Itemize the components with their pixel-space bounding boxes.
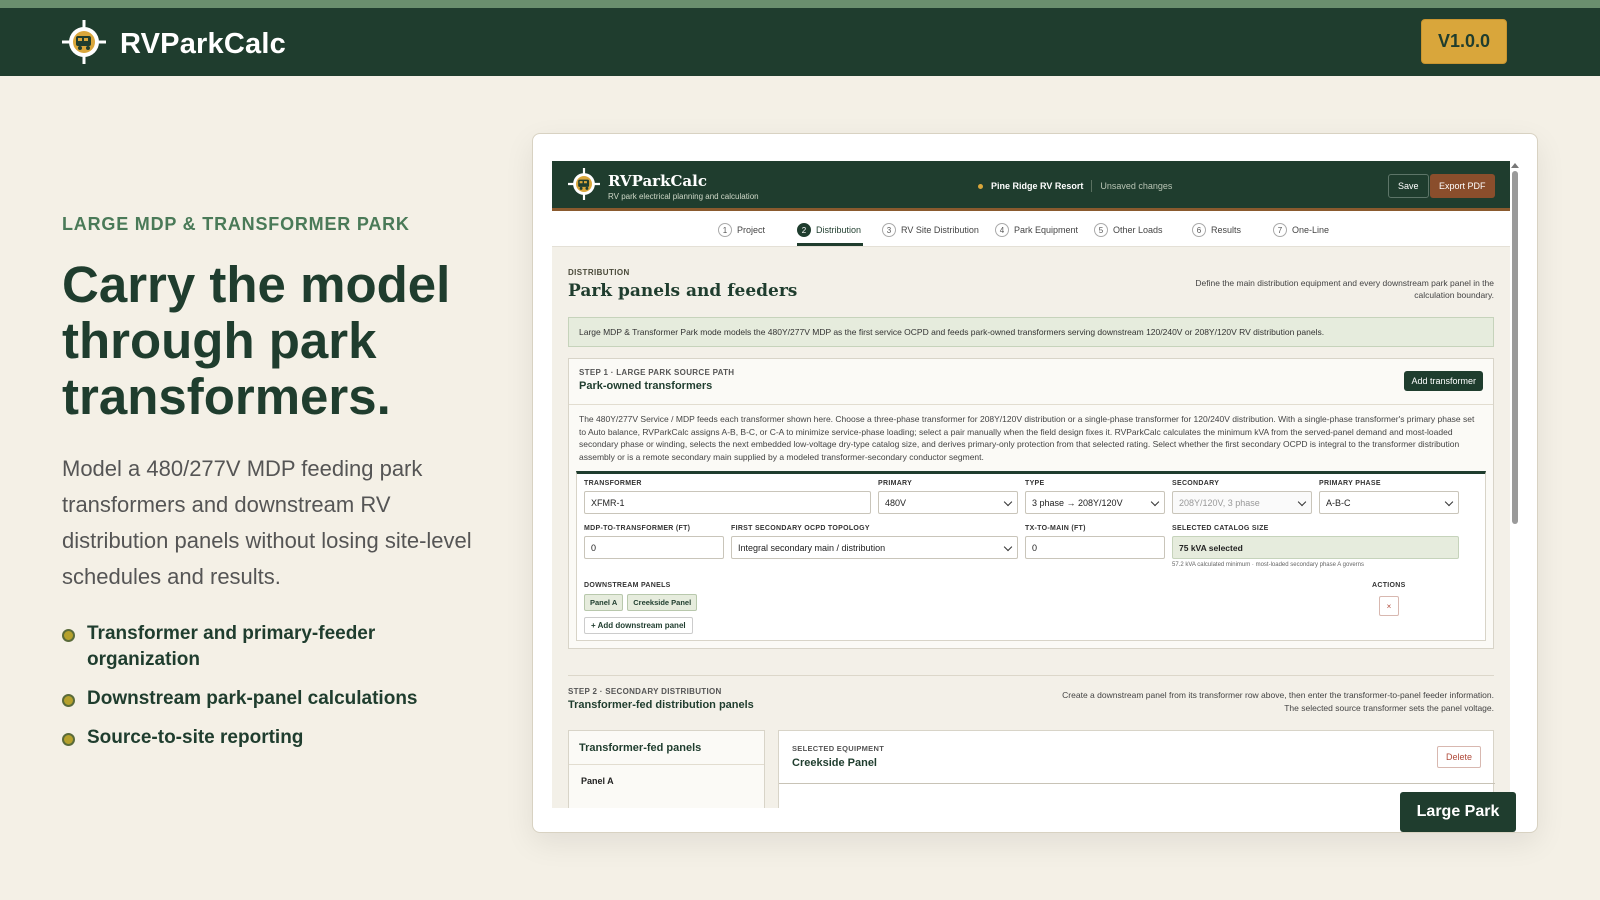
- hero-description: Model a 480/277V MDP feeding park transf…: [62, 456, 472, 589]
- mdp-to-transformer-input[interactable]: 0: [584, 536, 724, 559]
- add-downstream-panel-button[interactable]: + Add downstream panel: [584, 617, 693, 634]
- app-subtitle: RV park electrical planning and calculat…: [608, 192, 759, 201]
- transformer-field: TRANSFORMER XFMR-1: [584, 480, 871, 514]
- mode-badge: Large Park: [1400, 792, 1516, 832]
- step2-header: STEP 2 · SECONDARY DISTRIBUTION Transfor…: [568, 687, 1494, 727]
- tab-park-equipment[interactable]: 4 Park Equipment: [995, 222, 1078, 238]
- step1-instructions: The 480Y/277V Service / MDP feeds each t…: [569, 404, 1493, 471]
- bullet-dot-icon: [62, 629, 75, 642]
- transformer-name-input[interactable]: XFMR-1: [584, 491, 871, 514]
- add-transformer-button[interactable]: Add transformer: [1404, 371, 1483, 391]
- catalog-size-field: SELECTED CATALOG SIZE 75 kVA selected 57…: [1172, 525, 1459, 568]
- mode-notice: Large MDP & Transformer Park mode models…: [568, 317, 1494, 347]
- close-icon: ×: [1386, 601, 1392, 611]
- feature-list: Transformer and primary-feeder organizat…: [62, 621, 482, 751]
- rv-logo-icon: [568, 168, 600, 205]
- bullet-dot-icon: [62, 733, 75, 746]
- delete-button[interactable]: Delete: [1436, 746, 1481, 768]
- divider: [779, 783, 1495, 784]
- primary-voltage-select[interactable]: 480V: [878, 491, 1018, 514]
- transformer-row: TRANSFORMER XFMR-1 PRIMARY 480V TYPE 3 p…: [576, 471, 1486, 641]
- divider: [1091, 180, 1093, 192]
- scrollbar[interactable]: [1511, 163, 1519, 806]
- app-screen: RVParkCalc RV park electrical planning a…: [552, 161, 1510, 808]
- secondary-voltage-select: 208Y/120V, 3 phase: [1172, 491, 1312, 514]
- bullet-dot-icon: [62, 694, 75, 707]
- chevron-down-icon: [1003, 497, 1013, 507]
- primary-phase-select[interactable]: A-B-C: [1319, 491, 1459, 514]
- app-screenshot-frame: RVParkCalc RV park electrical planning a…: [532, 133, 1538, 833]
- save-status: Unsaved changes: [1100, 181, 1173, 191]
- transformer-type-select[interactable]: 3 phase → 208Y/120V: [1025, 491, 1165, 514]
- section-description: Define the main distribution equipment a…: [1195, 278, 1494, 300]
- transformer-fed-panels-list: Transformer-fed panels Panel A: [568, 730, 765, 808]
- save-button[interactable]: Save: [1388, 174, 1429, 198]
- feature-item: Downstream park-panel calculations: [62, 686, 482, 712]
- selected-equipment-panel: SELECTED EQUIPMENT Creekside Panel Delet…: [778, 730, 1495, 808]
- app-header: RVParkCalc RV park electrical planning a…: [552, 161, 1510, 211]
- project-indicator: Pine Ridge RV Resort Unsaved changes: [978, 180, 1172, 192]
- step1-eyebrow: STEP 1 · LARGE PARK SOURCE PATH: [579, 368, 735, 377]
- topology-field: FIRST SECONDARY OCPD TOPOLOGY Integral s…: [731, 525, 1018, 559]
- site-header: RVParkCalc V1.0.0: [0, 8, 1600, 76]
- tx-main-field: TX-TO-MAIN (FT) 0: [1025, 525, 1165, 559]
- catalog-size-hint: 57.2 kVA calculated minimum · most-loade…: [1172, 562, 1364, 568]
- panel-chip[interactable]: Creekside Panel: [627, 594, 698, 611]
- top-accent-strip: [0, 0, 1600, 8]
- step2-description: Create a downstream panel from its trans…: [1062, 690, 1494, 713]
- site-brand-name: RVParkCalc: [120, 28, 286, 60]
- secondary-field: SECONDARY 208Y/120V, 3 phase: [1172, 480, 1312, 514]
- active-tab-indicator: [797, 243, 863, 246]
- project-name: Pine Ridge RV Resort: [991, 181, 1084, 191]
- tab-other-loads[interactable]: 5 Other Loads: [1094, 222, 1163, 238]
- step1-header: STEP 1 · LARGE PARK SOURCE PATH Park-own…: [569, 359, 1493, 404]
- remove-transformer-button[interactable]: ×: [1379, 596, 1399, 616]
- hero-eyebrow: LARGE MDP & TRANSFORMER PARK: [62, 214, 410, 234]
- site-brand[interactable]: RVParkCalc: [62, 20, 286, 69]
- export-pdf-button[interactable]: Export PDF: [1430, 174, 1495, 198]
- ocpd-topology-select[interactable]: Integral secondary main / distribution: [731, 536, 1018, 559]
- tab-rv-site-distribution[interactable]: 3 RV Site Distribution: [882, 222, 979, 238]
- actions-field: ACTIONS: [1372, 582, 1406, 589]
- hero-headline: Carry the model through park transformer…: [62, 256, 451, 425]
- selected-equipment-title: Creekside Panel: [792, 757, 877, 769]
- step-tabs: 1 Project 2 Distribution 3 RV Site Distribu…: [552, 211, 1510, 247]
- tab-results[interactable]: 6 Results: [1192, 222, 1241, 238]
- selected-equipment-eyebrow: SELECTED EQUIPMENT: [792, 744, 885, 753]
- distribution-content: DISTRIBUTION Park panels and feeders Def…: [568, 247, 1495, 808]
- version-badge: V1.0.0: [1421, 19, 1507, 64]
- step1-title: Park-owned transformers: [579, 380, 713, 392]
- tab-project[interactable]: 1 Project: [718, 222, 765, 238]
- panel-chip[interactable]: Panel A: [584, 594, 624, 611]
- downstream-panels-field: DOWNSTREAM PANELS Panel A Creekside Panel…: [584, 582, 984, 634]
- primary-phase-field: PRIMARY PHASE A-B-C: [1319, 480, 1459, 514]
- hero-section: LARGE MDP & TRANSFORMER PARK Carry the m…: [62, 214, 482, 764]
- chevron-down-icon: [1003, 542, 1013, 552]
- chevron-down-icon: [1297, 497, 1307, 507]
- chevron-down-icon: [1150, 497, 1160, 507]
- section-divider: [568, 675, 1494, 676]
- feature-item: Transformer and primary-feeder organizat…: [62, 621, 482, 673]
- mdp-distance-field: MDP-TO-TRANSFORMER (FT) 0: [584, 525, 724, 559]
- app-title: RVParkCalc: [608, 172, 707, 190]
- tx-to-main-input[interactable]: 0: [1025, 536, 1165, 559]
- panels-list-title: Transformer-fed panels: [569, 731, 764, 765]
- type-field: TYPE 3 phase → 208Y/120V: [1025, 480, 1165, 514]
- scroll-up-icon[interactable]: [1511, 163, 1519, 168]
- step1-card: STEP 1 · LARGE PARK SOURCE PATH Park-own…: [568, 358, 1494, 649]
- catalog-size-display: 75 kVA selected: [1172, 536, 1459, 559]
- primary-field: PRIMARY 480V: [878, 480, 1018, 514]
- feature-item: Source-to-site reporting: [62, 725, 482, 751]
- section-eyebrow: DISTRIBUTION: [568, 268, 630, 277]
- app-brand[interactable]: RVParkCalc RV park electrical planning a…: [568, 168, 759, 205]
- list-item[interactable]: Panel A: [569, 765, 764, 797]
- scroll-thumb[interactable]: [1512, 171, 1518, 524]
- tab-one-line[interactable]: 7 One-Line: [1273, 222, 1329, 238]
- status-dot-icon: [978, 183, 983, 189]
- rv-logo-icon: [62, 20, 106, 69]
- tab-distribution[interactable]: 2 Distribution: [797, 222, 861, 238]
- chevron-down-icon: [1444, 497, 1454, 507]
